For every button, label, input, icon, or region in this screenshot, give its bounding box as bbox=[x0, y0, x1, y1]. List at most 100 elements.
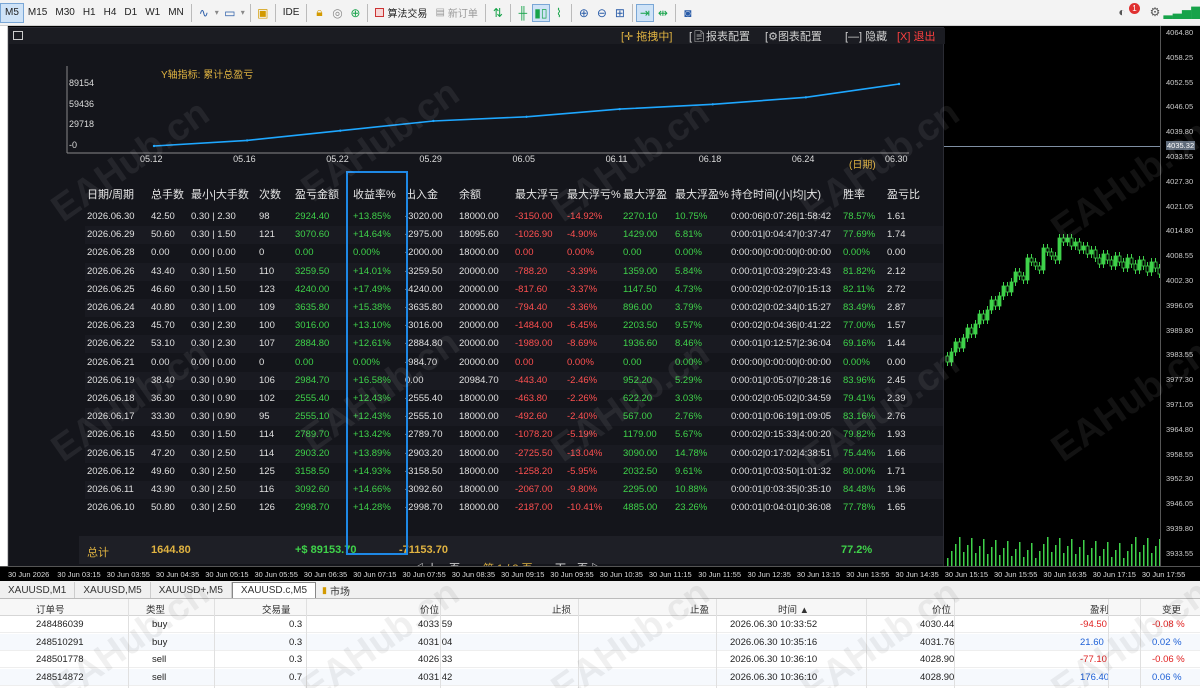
toolbar-separator bbox=[249, 3, 251, 22]
header-total-lots[interactable]: 总手数 bbox=[151, 186, 184, 202]
cell-max-float-loss-pct: -2.46% bbox=[567, 374, 598, 386]
col-volume[interactable]: 交易量 bbox=[262, 602, 291, 616]
header-profit[interactable]: 盈亏金额 bbox=[295, 186, 339, 202]
timeframe-m5[interactable]: M5 bbox=[0, 2, 24, 23]
cell-count: 107 bbox=[259, 338, 275, 350]
cell-profit-loss-ratio: 1.65 bbox=[887, 502, 906, 514]
order-row[interactable]: 248514872 sell 0.7 4031.42 2026.06.30 10:36:… bbox=[0, 668, 1200, 686]
table-row: 2026.06.10 50.80 0.30 | 2.50 126 2998.70 +14.… bbox=[85, 499, 943, 517]
chevron-down-icon[interactable]: ▾ bbox=[239, 4, 247, 22]
grid-icon[interactable]: ⊞ bbox=[611, 4, 629, 22]
header-max-float-loss[interactable]: 最大浮亏 bbox=[515, 186, 559, 202]
volume-bar bbox=[1135, 537, 1137, 566]
header-balance[interactable]: 余额 bbox=[459, 186, 481, 202]
screenshot-icon[interactable]: ◙ bbox=[679, 4, 697, 22]
expert-icon[interactable]: ▣ bbox=[254, 4, 272, 22]
lock-icon[interactable]: 🔒︎ bbox=[310, 4, 328, 22]
new-order-label: 新订单 bbox=[447, 9, 478, 20]
chat-icon[interactable]: ◐ bbox=[1113, 3, 1131, 21]
cell-hold-time: 0:00:02|0:17:02|4:38:51 bbox=[731, 447, 832, 459]
cell-win-rate: 0.00% bbox=[843, 247, 870, 259]
header-max-float-profit[interactable]: 最大浮盈 bbox=[623, 186, 667, 202]
header-count[interactable]: 次数 bbox=[259, 186, 281, 202]
col-type[interactable]: 类型 bbox=[146, 602, 165, 616]
cell-profit: 2555.10 bbox=[295, 411, 330, 423]
cell-win-rate: 78.57% bbox=[843, 211, 876, 222]
price-axis[interactable]: 4064.80 4058.25 4052.55 4046.05 4039.80 4033.… bbox=[1160, 26, 1200, 566]
time-axis[interactable]: 30 Jun 2026 30 Jun 03:15 30 Jun 03:55 30 Ju… bbox=[0, 566, 1200, 581]
volume-bar bbox=[1011, 556, 1013, 566]
col-ticket[interactable]: 订单号 bbox=[36, 602, 65, 616]
order-row[interactable]: 248501778 sell 0.3 4026.33 2026.06.30 10:36:… bbox=[0, 651, 1200, 669]
cell-max-float-profit: 622.20 bbox=[623, 393, 653, 404]
cell-max-float-profit-pct: 14.78% bbox=[675, 447, 708, 459]
indicator-line-icon[interactable]: ∿ bbox=[195, 4, 213, 22]
chart-shift-icon[interactable]: ⇹ bbox=[654, 4, 672, 22]
header-min-max-lots[interactable]: 最小|大手数 bbox=[191, 186, 249, 202]
price-tick-label: 4002.30 bbox=[1166, 276, 1194, 285]
settings-icon[interactable]: ⚙ bbox=[1146, 3, 1164, 21]
zoom-out-icon[interactable]: ⊖ bbox=[593, 4, 611, 22]
col-price[interactable]: 价位 bbox=[420, 602, 439, 616]
header-max-float-profit-pct[interactable]: 最大浮盈% bbox=[675, 186, 729, 202]
header-date[interactable]: 日期/周期 bbox=[87, 186, 134, 202]
col-sl[interactable]: 止损 bbox=[552, 602, 571, 616]
timeframe-m15[interactable]: M15 bbox=[24, 3, 51, 23]
timeframe-w1[interactable]: W1 bbox=[141, 3, 164, 23]
col-profit[interactable]: 盈利 bbox=[1090, 602, 1109, 616]
timeframe-h4[interactable]: H4 bbox=[100, 3, 121, 23]
col-change[interactable]: 变更 bbox=[1162, 602, 1181, 616]
cell-profit: 2884.80 bbox=[295, 338, 330, 350]
timeframe-h1[interactable]: H1 bbox=[79, 3, 100, 23]
header-in-out[interactable]: 出入金 bbox=[405, 186, 438, 202]
zoom-in-icon[interactable]: ⊕ bbox=[575, 4, 593, 22]
header-profit-loss-ratio[interactable]: 盈亏比 bbox=[887, 186, 920, 202]
cell-profit: 2924.40 bbox=[295, 211, 330, 222]
header-max-float-loss-pct[interactable]: 最大浮亏% bbox=[567, 186, 621, 202]
signal-icon[interactable]: ◎ bbox=[328, 4, 346, 22]
autoscroll-icon[interactable]: ⇥ bbox=[635, 3, 654, 22]
col-current-price[interactable]: 价位 bbox=[932, 602, 951, 616]
volume-bar bbox=[1127, 551, 1129, 566]
x-tick-label: 05.29 bbox=[419, 154, 442, 164]
candle-chart-icon[interactable]: ▮▯ bbox=[531, 3, 550, 22]
timeframe-m30[interactable]: M30 bbox=[51, 3, 78, 23]
volume-bar bbox=[1071, 539, 1073, 566]
chevron-down-icon[interactable]: ▾ bbox=[213, 4, 221, 22]
notification-badge[interactable]: 1 bbox=[1129, 2, 1140, 14]
volume-bar bbox=[951, 551, 953, 566]
series-line-cumulative-profit bbox=[153, 83, 900, 147]
market-tab[interactable]: ▮ 市场 bbox=[316, 583, 356, 598]
new-order-button[interactable]: ▤ 新订单 bbox=[431, 3, 481, 23]
ide-button[interactable]: IDE bbox=[279, 3, 304, 23]
timeframe-d1[interactable]: D1 bbox=[120, 3, 141, 23]
add-globe-icon[interactable]: ⊕ bbox=[346, 4, 364, 22]
cell-balance: 18000.00 bbox=[459, 411, 499, 423]
order-row[interactable]: 248486039 buy 0.3 4033.59 2026.06.30 10:33:5… bbox=[0, 616, 1200, 633]
header-win-rate[interactable]: 胜率 bbox=[843, 186, 865, 202]
chart-tab[interactable]: XAUUSD.c,M5 bbox=[231, 582, 317, 598]
chart-tab[interactable]: XAUUSD,M5 bbox=[75, 582, 151, 598]
timeframe-mn[interactable]: MN bbox=[164, 3, 188, 23]
candlestick-chart[interactable] bbox=[944, 26, 1160, 566]
template-icon[interactable]: ▭ bbox=[221, 4, 239, 22]
candle bbox=[997, 295, 1002, 307]
col-tp[interactable]: 止盈 bbox=[690, 602, 709, 616]
cell-max-float-profit-pct: 3.79% bbox=[675, 302, 702, 313]
candle bbox=[1113, 255, 1118, 267]
header-hold-time[interactable]: 持仓时间(小|均|大) bbox=[731, 186, 821, 202]
candle bbox=[949, 351, 954, 363]
algo-trading-button[interactable]: 算法交易 bbox=[371, 3, 431, 23]
price-tick-label: 4027.30 bbox=[1166, 176, 1194, 186]
buy-sell-icon[interactable]: ⇅ bbox=[489, 4, 507, 22]
line-chart-icon[interactable]: ⌇ bbox=[550, 4, 568, 22]
chart-tab[interactable]: XAUUSD,M1 bbox=[0, 582, 76, 598]
candle bbox=[1049, 251, 1054, 257]
cell-max-float-profit: 1359.00 bbox=[623, 265, 658, 277]
cell-count: 109 bbox=[259, 302, 275, 313]
cell-min-max-lots: 0.30 | 2.50 bbox=[191, 447, 236, 459]
chart-tab[interactable]: XAUUSD+,M5 bbox=[151, 582, 232, 598]
col-time[interactable]: 时间 ▲ bbox=[778, 602, 809, 616]
order-row[interactable]: 248510291 buy 0.3 4031.04 2026.06.30 10:35:1… bbox=[0, 633, 1200, 651]
bar-chart-icon[interactable]: ╫ bbox=[514, 4, 532, 22]
